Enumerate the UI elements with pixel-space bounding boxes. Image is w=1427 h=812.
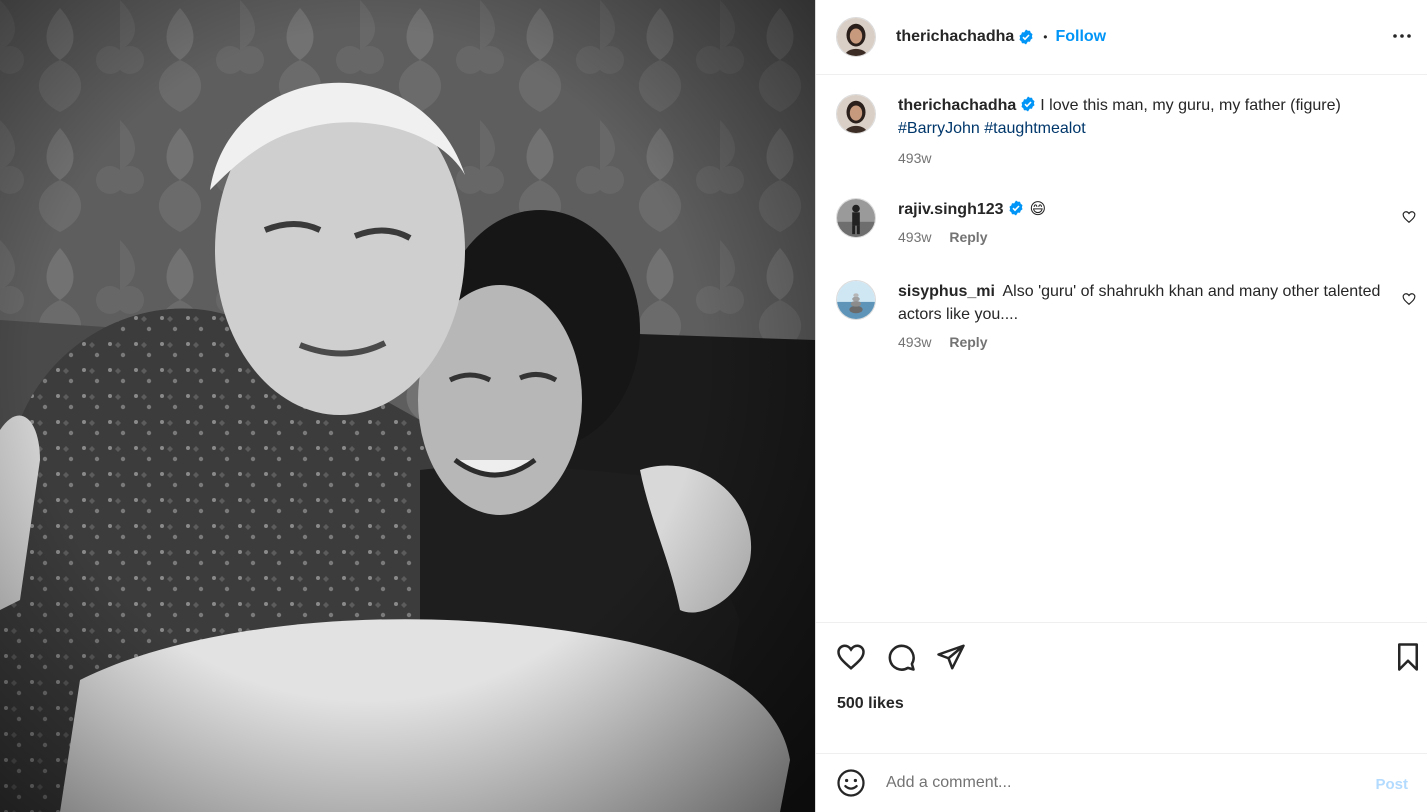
hashtag-link[interactable]: #BarryJohn <box>898 120 980 137</box>
comment-input[interactable] <box>886 774 1356 792</box>
comment-timestamp[interactable]: 493w <box>898 334 931 350</box>
post-dialog: therichachadha • Follow therichachadha I… <box>0 0 1427 812</box>
post-caption: therichachadha I love this man, my guru,… <box>836 94 1406 166</box>
caption-text: I love this man, my guru, my father (fig… <box>1040 97 1341 114</box>
verified-badge-icon <box>1019 29 1033 45</box>
like-comment-heart-icon[interactable] <box>1402 210 1416 224</box>
post-panel: therichachadha • Follow therichachadha I… <box>815 0 1427 812</box>
post-header: therichachadha • Follow <box>816 0 1427 75</box>
heart-icon[interactable] <box>836 642 866 672</box>
header-separator: • <box>1043 30 1048 44</box>
emoji-icon[interactable] <box>836 768 866 798</box>
caption-username[interactable]: therichachadha <box>898 97 1016 114</box>
like-comment-heart-icon[interactable] <box>1402 292 1416 306</box>
post-image <box>0 0 815 812</box>
likes-count[interactable]: 500 likes <box>837 695 904 713</box>
follow-button[interactable]: Follow <box>1055 28 1106 46</box>
comment-item: sisyphus_mi Also 'guru' of shahrukh khan… <box>836 280 1426 350</box>
more-horizontal-icon[interactable] <box>1390 24 1414 48</box>
caption-avatar[interactable] <box>836 94 876 134</box>
caption-timestamp[interactable]: 493w <box>898 150 931 166</box>
author-username[interactable]: therichachadha <box>896 28 1014 46</box>
post-photo[interactable] <box>0 0 815 812</box>
post-actions: 500 likes <box>816 622 1427 753</box>
commenter-avatar[interactable] <box>836 280 876 320</box>
commenter-username[interactable]: sisyphus_mi <box>898 283 995 300</box>
reply-button[interactable]: Reply <box>949 229 987 245</box>
post-button[interactable]: Post <box>1375 776 1408 793</box>
commenter-avatar[interactable] <box>836 198 876 238</box>
commenter-username[interactable]: rajiv.singh123 <box>898 201 1004 218</box>
comment-text: 😄 <box>1029 201 1047 218</box>
reply-button[interactable]: Reply <box>949 334 987 350</box>
verified-badge-icon <box>1009 200 1023 216</box>
verified-badge-icon <box>1021 96 1035 112</box>
add-comment-bar: Post <box>816 753 1427 812</box>
hashtag-link[interactable]: #taughtmealot <box>984 120 1085 137</box>
comment-icon[interactable] <box>886 642 916 672</box>
bookmark-icon[interactable] <box>1393 642 1423 672</box>
author-avatar[interactable] <box>836 17 876 57</box>
comment-timestamp[interactable]: 493w <box>898 229 931 245</box>
share-icon[interactable] <box>936 642 966 672</box>
comment-item: rajiv.singh123 😄 493w Reply <box>836 198 1426 245</box>
